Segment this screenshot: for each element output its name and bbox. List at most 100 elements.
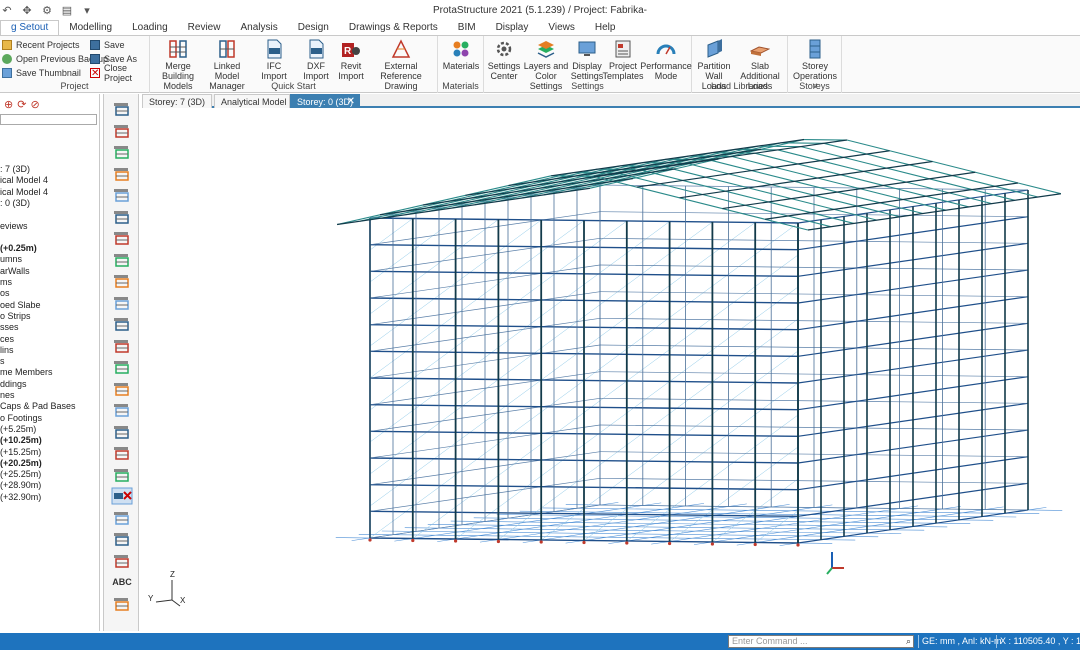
roof-purlin: [731, 155, 775, 168]
list-icon[interactable]: [111, 143, 133, 161]
3d-viewport[interactable]: Z Y X: [142, 108, 1080, 631]
settings-center-button[interactable]: Settings Center: [486, 39, 522, 81]
tab-design[interactable]: Design: [288, 21, 339, 36]
tree-item[interactable]: o Footings: [0, 413, 42, 424]
display-settings-button[interactable]: Display Settings: [571, 39, 603, 81]
ifc-import-button[interactable]: IFC Import: [254, 39, 294, 81]
tree-item[interactable]: (+10.25m): [0, 435, 42, 446]
save-icon: [90, 39, 100, 50]
tree-item[interactable]: (+0.25m): [0, 243, 37, 254]
view-icon[interactable]: [111, 509, 133, 527]
tree-item[interactable]: sses: [0, 322, 19, 333]
reference-drawing-icon: [391, 39, 411, 59]
zoom-in-icon[interactable]: ⊕: [4, 98, 13, 111]
performance-mode-button[interactable]: Performance Mode: [640, 39, 692, 81]
tab-display[interactable]: Display: [486, 21, 539, 36]
tree-item[interactable]: ical Model 4: [0, 187, 48, 198]
truss-icon[interactable]: [111, 380, 133, 398]
close-tab-icon[interactable]: ✕: [347, 95, 355, 109]
tree-item[interactable]: (+25.25m): [0, 469, 41, 480]
tree-item[interactable]: eviews: [0, 221, 28, 232]
stair-icon[interactable]: [111, 337, 133, 355]
tree-item[interactable]: ces: [0, 334, 14, 345]
recent-projects-button[interactable]: Recent Projects: [2, 38, 80, 51]
wall-load-icon: [704, 39, 724, 59]
text-abc-icon[interactable]: ABC: [111, 573, 133, 591]
close-project-button[interactable]: ✕ Close Project: [90, 63, 149, 83]
revit-import-button[interactable]: R Revit Import: [338, 39, 364, 81]
support-marker: [454, 539, 458, 543]
tree-item[interactable]: (+20.25m): [0, 458, 42, 469]
zoom-refresh-icon[interactable]: ⟳: [17, 98, 26, 111]
tree-item[interactable]: nes: [0, 390, 15, 401]
tree-item[interactable]: o Strips: [0, 311, 31, 322]
tree-item[interactable]: (+32.90m): [0, 492, 41, 503]
section-icon[interactable]: [111, 466, 133, 484]
tree-item[interactable]: Caps & Pad Bases: [0, 401, 76, 412]
save-thumbnail-button[interactable]: Save Thumbnail: [2, 66, 81, 79]
brace-icon[interactable]: [111, 251, 133, 269]
slab-stack-icon[interactable]: [111, 100, 133, 118]
zoom-search-icon[interactable]: ⊘: [30, 98, 39, 111]
tab-drawings-reports[interactable]: Drawings & Reports: [339, 21, 448, 36]
tree-item[interactable]: oed Slabe: [0, 300, 41, 311]
tab-help[interactable]: Help: [585, 21, 626, 36]
tab-loading[interactable]: Loading: [122, 21, 178, 36]
dxf-import-button[interactable]: DXF Import: [296, 39, 336, 81]
tree-item[interactable]: s: [0, 356, 5, 367]
doc-tab-analytical-model[interactable]: Analytical Model 4: [214, 94, 290, 121]
tree-item[interactable]: (+28.90m): [0, 480, 41, 491]
tree-item[interactable]: ical Model 4: [0, 175, 48, 186]
print-icon[interactable]: [111, 595, 133, 613]
brace-member: [669, 253, 713, 286]
member-group-icon[interactable]: [111, 165, 133, 183]
roof-purlin: [777, 149, 821, 162]
tree-item[interactable]: arWalls: [0, 266, 30, 277]
tab-modelling[interactable]: Modelling: [59, 21, 122, 36]
search-icon[interactable]: ⌕: [906, 636, 911, 647]
beam-icon[interactable]: [111, 208, 133, 226]
tree-item[interactable]: : 7 (3D): [0, 164, 30, 175]
tree-item[interactable]: (+5.25m): [0, 424, 36, 435]
tab-bim[interactable]: BIM: [448, 21, 486, 36]
tab-views[interactable]: Views: [538, 21, 585, 36]
pile-icon[interactable]: [111, 444, 133, 462]
save-button[interactable]: Save: [90, 38, 125, 51]
tab-review[interactable]: Review: [178, 21, 231, 36]
tree-item[interactable]: ms: [0, 277, 12, 288]
roof-purlin: [823, 142, 867, 155]
command-input[interactable]: Enter Command ... ⌕: [728, 635, 914, 648]
tab-setout[interactable]: g Setout: [0, 20, 60, 36]
tree-item[interactable]: umns: [0, 254, 22, 265]
group-label-storeys: Storeys: [799, 81, 830, 91]
footing-icon[interactable]: [111, 423, 133, 441]
delete-member-icon[interactable]: [111, 487, 133, 505]
project-templates-button[interactable]: Project Templates: [602, 39, 644, 81]
monitor-icon[interactable]: [111, 122, 133, 140]
tree-item[interactable]: me Members: [0, 367, 53, 378]
materials-button[interactable]: Materials: [442, 39, 480, 71]
tree-item[interactable]: os: [0, 288, 10, 299]
storey-icon: [805, 39, 825, 59]
slab-icon[interactable]: [111, 272, 133, 290]
tree-item[interactable]: : 0 (3D): [0, 198, 30, 209]
support-marker: [411, 538, 415, 543]
support-marker: [796, 543, 800, 547]
doc-tab-storey-0[interactable]: Storey: 0 (3D) ✕: [290, 94, 360, 108]
column-icon[interactable]: [111, 186, 133, 204]
tree-item[interactable]: ddings: [0, 379, 27, 390]
axis-z-label: Z: [170, 570, 175, 579]
brace-member: [583, 252, 627, 285]
wall-icon[interactable]: [111, 229, 133, 247]
dimension-icon[interactable]: [111, 552, 133, 570]
tree-item[interactable]: (+15.25m): [0, 447, 41, 458]
elevation-icon[interactable]: [111, 530, 133, 548]
tree-item[interactable]: lins: [0, 345, 14, 356]
tree-search-input[interactable]: [0, 114, 97, 125]
frame-icon[interactable]: [111, 401, 133, 419]
load-icon[interactable]: [111, 358, 133, 376]
tab-analysis[interactable]: Analysis: [230, 21, 287, 36]
doc-tab-storey-7[interactable]: Storey: 7 (3D): [142, 94, 212, 108]
plate-icon[interactable]: [111, 294, 133, 312]
ribbed-slab-icon[interactable]: [111, 315, 133, 333]
